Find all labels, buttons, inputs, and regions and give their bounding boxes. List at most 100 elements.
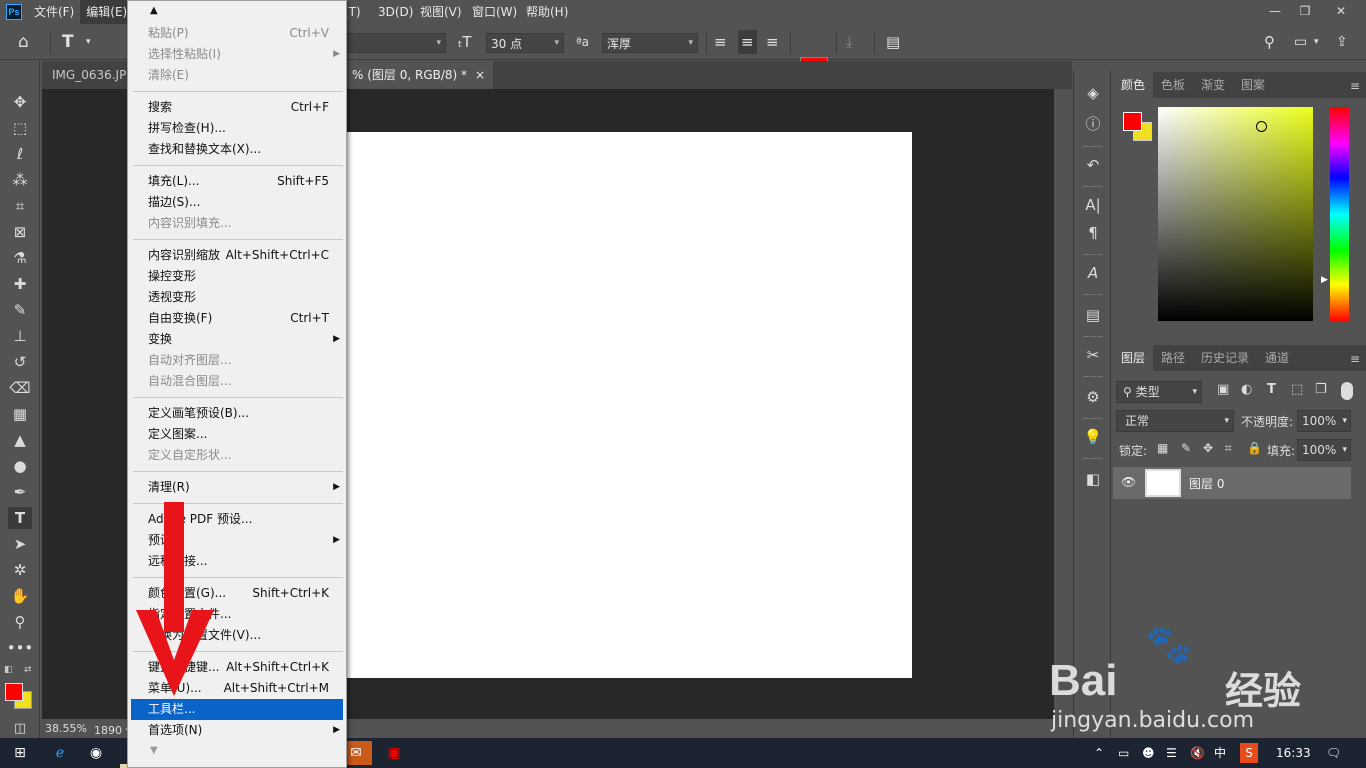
menu-edit[interactable]: 编辑(E): [80, 0, 134, 24]
pen-tool-icon[interactable]: ✒: [8, 481, 32, 503]
menu-help[interactable]: 帮助(H): [520, 0, 574, 24]
color-picker-ring[interactable]: [1256, 121, 1267, 132]
filter-shape-icon[interactable]: ⬚: [1291, 382, 1303, 397]
paragraph-icon[interactable]: ¶: [1082, 222, 1104, 244]
filter-smart-icon[interactable]: ❐: [1315, 382, 1327, 397]
learn-icon[interactable]: 💡: [1082, 426, 1104, 448]
info-icon[interactable]: ⓘ: [1082, 112, 1104, 134]
menu-item[interactable]: 填充(L)... Shift+F5: [131, 171, 343, 192]
lock-all-icon[interactable]: 🔒: [1247, 441, 1262, 455]
history-icon[interactable]: ↶: [1082, 154, 1104, 176]
tab-paths[interactable]: 路径: [1153, 345, 1193, 371]
text-tool-preset-icon[interactable]: T: [62, 30, 74, 54]
menu-item[interactable]: 自由变换(F) Ctrl+T: [131, 308, 343, 329]
notes-icon[interactable]: ▤: [1082, 304, 1104, 326]
gradient-tool-icon[interactable]: ▦: [8, 403, 32, 425]
properties-icon[interactable]: ⚙: [1082, 386, 1104, 408]
tab-active-document[interactable]: % (图层 0, RGB/8) * ×: [342, 61, 494, 89]
minimize-button[interactable]: —: [1260, 0, 1290, 22]
layer-filter-select[interactable]: ⚲ 类型 ▾: [1116, 381, 1202, 403]
glyphs-icon[interactable]: A: [1082, 262, 1104, 284]
menu-item[interactable]: 描边(S)...: [131, 192, 343, 213]
restore-button[interactable]: ❐: [1290, 0, 1320, 22]
qq-icon[interactable]: ☻: [1142, 738, 1155, 768]
move-tool-icon[interactable]: ✥: [8, 91, 32, 113]
document-canvas[interactable]: [347, 132, 912, 678]
filter-pixel-icon[interactable]: ▣: [1217, 382, 1229, 397]
menu-item[interactable]: 定义图案...: [131, 424, 343, 445]
align-left-icon[interactable]: ≡: [714, 30, 727, 54]
scroll-up-icon[interactable]: ▲: [150, 5, 158, 16]
share-icon[interactable]: ⇪: [1336, 30, 1348, 54]
tab-color[interactable]: 颜色: [1113, 72, 1154, 98]
ie-browser-icon[interactable]: ℯ: [46, 741, 74, 765]
tray-expand-icon[interactable]: ⌃: [1094, 738, 1104, 768]
ime-indicator[interactable]: 中: [1214, 738, 1226, 768]
type-tool-icon[interactable]: T: [8, 507, 32, 529]
warp-text-icon[interactable]: ⤓: [846, 30, 853, 54]
chevron-down-icon[interactable]: ▾: [1314, 30, 1319, 54]
dodge-tool-icon[interactable]: ●: [8, 455, 32, 477]
align-center-icon[interactable]: ≡: [738, 30, 757, 54]
menu-item[interactable]: 查找和替换文本(X)...: [131, 139, 343, 160]
menu-item[interactable]: 定义画笔预设(B)...: [131, 403, 343, 424]
adjustments-icon[interactable]: ◧: [1082, 468, 1104, 490]
shape-tool-icon[interactable]: ✲: [8, 559, 32, 581]
lock-transparent-icon[interactable]: ▦: [1157, 441, 1168, 455]
quick-mask-icon[interactable]: ◫: [8, 717, 32, 739]
volume-muted-icon[interactable]: 🔇: [1190, 738, 1205, 768]
color-field[interactable]: [1158, 107, 1313, 321]
filter-toggle[interactable]: [1341, 382, 1353, 400]
menu-item[interactable]: 内容识别缩放 Alt+Shift+Ctrl+C: [131, 245, 343, 266]
wifi-icon[interactable]: ☰: [1166, 738, 1177, 768]
menu-file[interactable]: 文件(F): [28, 0, 80, 24]
font-family-field[interactable]: ▾: [346, 33, 446, 53]
healing-brush-icon[interactable]: ✚: [8, 273, 32, 295]
clock[interactable]: 16:33: [1276, 738, 1311, 768]
tab-gradients[interactable]: 渐变: [1193, 72, 1233, 98]
menu-3d[interactable]: 3D(D): [372, 0, 419, 24]
libraries-icon[interactable]: ◈: [1082, 82, 1104, 104]
menu-item[interactable]: 工具栏...: [131, 699, 343, 720]
font-size-field[interactable]: 30 点 ▾: [486, 33, 564, 53]
character-panel-icon[interactable]: ▤: [886, 30, 900, 54]
lasso-tool-icon[interactable]: ℓ: [8, 143, 32, 165]
hue-slider-handle[interactable]: ▶: [1321, 275, 1328, 285]
menu-item[interactable]: 搜索 Ctrl+F: [131, 97, 343, 118]
network-device-icon[interactable]: ▭: [1118, 738, 1129, 768]
tools-icon[interactable]: ✂: [1082, 344, 1104, 366]
magic-wand-icon[interactable]: ⁂: [8, 169, 32, 191]
acrobat-icon[interactable]: ▣: [380, 741, 408, 765]
dock-grip[interactable]: [1084, 418, 1102, 420]
fg-color-chip[interactable]: [1123, 112, 1142, 131]
crop-tool-icon[interactable]: ⌗: [8, 195, 32, 217]
lock-position-icon[interactable]: ✥: [1203, 441, 1213, 455]
panel-menu-icon[interactable]: ≡: [1350, 352, 1360, 366]
path-selection-icon[interactable]: ➤: [8, 533, 32, 555]
filter-type-icon[interactable]: T: [1267, 382, 1276, 397]
home-icon[interactable]: ⌂: [18, 30, 29, 54]
hand-tool-icon[interactable]: ✋: [8, 585, 32, 607]
frame-tool-icon[interactable]: ⊠: [8, 221, 32, 243]
dock-grip[interactable]: [1084, 186, 1102, 188]
menu-item[interactable]: 变换 ▶: [131, 329, 343, 350]
lock-artboard-icon[interactable]: ⌗: [1225, 441, 1232, 456]
fill-field[interactable]: 100% ▾: [1297, 439, 1351, 461]
filter-adjustment-icon[interactable]: ◐: [1241, 382, 1252, 397]
layer-row[interactable]: 👁 图层 0: [1113, 467, 1351, 499]
close-window-button[interactable]: ✕: [1326, 0, 1356, 22]
dock-grip[interactable]: [1084, 254, 1102, 256]
foreground-color-swatch[interactable]: [5, 683, 23, 701]
brush-tool-icon[interactable]: ✎: [8, 299, 32, 321]
tab-channels[interactable]: 通道: [1257, 345, 1297, 371]
sogou-icon[interactable]: S: [1240, 743, 1258, 763]
dock-grip[interactable]: [1084, 294, 1102, 296]
windows-start-icon[interactable]: ⊞: [6, 741, 34, 765]
antialias-select[interactable]: 浑厚 ▾: [602, 33, 698, 53]
layer-name[interactable]: 图层 0: [1189, 475, 1224, 492]
menu-view[interactable]: 视图(V): [414, 0, 468, 24]
menu-item[interactable]: 拼写检查(H)...: [131, 118, 343, 139]
menu-window[interactable]: 窗口(W): [466, 0, 523, 24]
hue-slider[interactable]: [1330, 107, 1349, 321]
panel-menu-icon[interactable]: ≡: [1350, 79, 1360, 93]
